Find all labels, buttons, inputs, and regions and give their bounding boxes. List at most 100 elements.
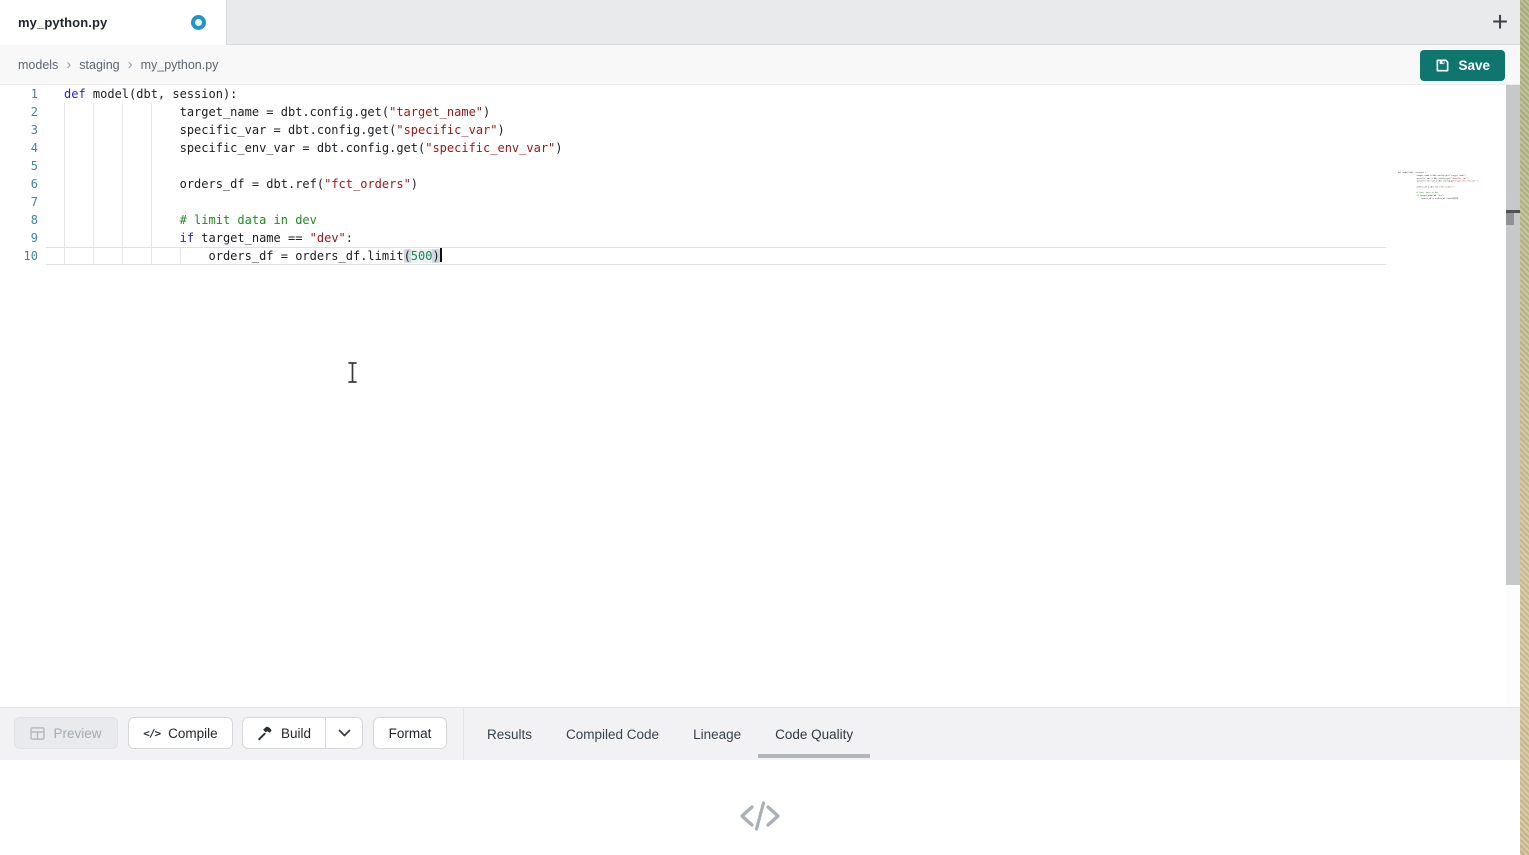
file-tab-bar: my_python.py + (0, 0, 1520, 45)
panel-tab-compiled-code[interactable]: Compiled Code (549, 708, 676, 761)
breadcrumb-staging[interactable]: staging (79, 58, 119, 72)
minimap-line: orders_df = orders_df.limit(500) (1398, 197, 1502, 200)
indent-guide (93, 103, 94, 121)
code-icon: </> (143, 727, 160, 740)
editor-scrollbar-thumb[interactable] (1506, 85, 1520, 585)
code-token: "target_name" (389, 105, 483, 119)
indent-guide (151, 211, 152, 229)
indent-guide (122, 193, 123, 211)
code-lines: 1def model(dbt, session):2 target_name =… (0, 85, 1520, 265)
code-line[interactable]: 3 specific_var = dbt.config.get("specifi… (0, 121, 1520, 139)
indent-guide (64, 175, 65, 193)
indent-guide (151, 175, 152, 193)
unsaved-dot-icon (191, 15, 206, 30)
code-line[interactable]: 1def model(dbt, session): (0, 85, 1520, 103)
code-token: # limit data in dev (180, 213, 317, 227)
bottom-toolbar: Preview </> Compile Build (0, 707, 1520, 760)
save-button-label: Save (1458, 58, 1490, 73)
code-brackets-icon (737, 798, 783, 839)
line-number: 9 (0, 229, 46, 247)
code-editor[interactable]: 1def model(dbt, session):2 target_name =… (0, 85, 1520, 707)
code-line[interactable]: 8 # limit data in dev (0, 211, 1520, 229)
indent-guide (122, 157, 123, 175)
code-token: model(dbt, session): (86, 87, 238, 101)
file-tab-my-python[interactable]: my_python.py (0, 0, 227, 45)
compile-button-label: Compile (168, 726, 218, 741)
hammer-icon (257, 725, 273, 741)
new-tab-button[interactable]: + (1484, 4, 1516, 40)
cursor-position-marker-block (1506, 213, 1514, 225)
build-button[interactable]: Build (243, 718, 326, 748)
compile-button[interactable]: </> Compile (128, 717, 233, 749)
chevron-down-icon (338, 729, 351, 737)
minimap[interactable]: def model(dbt, session): target_name = d… (1398, 171, 1508, 251)
code-token: ) (411, 177, 418, 191)
line-number: 8 (0, 211, 46, 229)
dbt-cloud-ide: my_python.py + models › staging › my_pyt… (0, 0, 1529, 855)
indent-guide (64, 121, 65, 139)
build-button-label: Build (281, 726, 311, 741)
desktop-wallpaper-strip (1520, 0, 1529, 855)
code-line[interactable]: 10 orders_df = orders_df.limit(500) (0, 247, 1520, 265)
plus-icon: + (1492, 8, 1508, 36)
code-line[interactable]: 7 (0, 193, 1520, 211)
code-token: specific_var = dbt.config.get( (64, 123, 396, 137)
line-number: 1 (0, 85, 46, 103)
panel-tab-code-quality[interactable]: Code Quality (758, 708, 870, 761)
line-number: 6 (0, 175, 46, 193)
indent-guide (151, 193, 152, 211)
indent-guide (93, 121, 94, 139)
panel-tab-lineage[interactable]: Lineage (676, 708, 758, 761)
panel-tab-results[interactable]: Results (470, 708, 549, 761)
code-line[interactable]: 4 specific_env_var = dbt.config.get("spe… (0, 139, 1520, 157)
indent-guide (151, 139, 152, 157)
indent-guide (122, 211, 123, 229)
line-number: 7 (0, 193, 46, 211)
editor-scrollbar-track[interactable] (1506, 85, 1520, 707)
indent-guide (64, 193, 65, 211)
breadcrumb-file[interactable]: my_python.py (141, 58, 219, 72)
code-token: "dev" (310, 231, 346, 245)
code-token: ) (555, 141, 562, 155)
indent-guide (64, 157, 65, 175)
code-line[interactable]: 2 target_name = dbt.config.get("target_n… (0, 103, 1520, 121)
indent-guide (64, 103, 65, 121)
breadcrumb-models[interactable]: models (18, 58, 58, 72)
chevron-right-icon: › (128, 57, 133, 72)
preview-button-label: Preview (53, 726, 101, 741)
format-button[interactable]: Format (373, 717, 447, 749)
code-line[interactable]: 5 (0, 157, 1520, 175)
code-token: : (346, 231, 353, 245)
indent-guide (64, 247, 65, 265)
code-token: orders_df = orders_df.limit (64, 249, 404, 263)
preview-button[interactable]: Preview (14, 717, 118, 749)
format-button-label: Format (389, 726, 432, 741)
code-token: orders_df = dbt.ref( (64, 177, 324, 191)
indent-guide (93, 157, 94, 175)
indent-guide (122, 121, 123, 139)
line-number: 10 (0, 247, 46, 265)
indent-guide (64, 211, 65, 229)
indent-guide (93, 247, 94, 265)
code-token: "fct_orders" (324, 177, 411, 191)
code-token: 500 (411, 249, 433, 263)
build-options-button[interactable] (326, 718, 362, 748)
indent-guide (122, 175, 123, 193)
ide-window: my_python.py + models › staging › my_pyt… (0, 0, 1520, 855)
file-tab-title: my_python.py (18, 15, 107, 30)
code-line[interactable]: 9 if target_name == "dev": (0, 229, 1520, 247)
minimap-content: def model(dbt, session): target_name = d… (1398, 171, 1502, 200)
code-token: ( (404, 249, 411, 263)
indent-guide (64, 139, 65, 157)
indent-guide (122, 103, 123, 121)
save-button[interactable]: Save (1420, 50, 1505, 81)
toolbar-divider (463, 708, 464, 761)
indent-guide (122, 229, 123, 247)
code-quality-panel (0, 760, 1520, 855)
code-line[interactable]: 6 orders_df = dbt.ref("fct_orders") (0, 175, 1520, 193)
code-token: ) (498, 123, 505, 137)
code-token: ) (432, 249, 439, 263)
indent-guide (151, 121, 152, 139)
indent-guide (180, 247, 181, 265)
indent-guide (64, 229, 65, 247)
